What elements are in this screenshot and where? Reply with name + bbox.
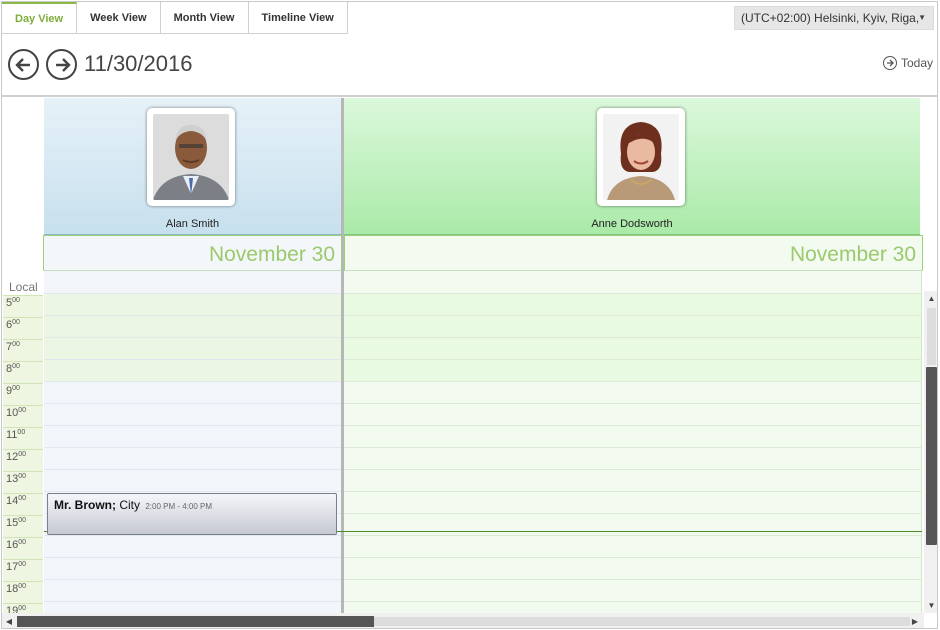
arrow-circle-right-icon xyxy=(882,56,897,70)
day-header-alan-smith: November 30 xyxy=(43,235,342,271)
appointment-location: City xyxy=(119,498,141,512)
hour-label: 1100 xyxy=(3,427,43,449)
resource-name: Anne Dodsworth xyxy=(591,218,673,230)
tab-timeline-view[interactable]: Timeline View xyxy=(248,2,348,34)
arrow-right-icon xyxy=(55,57,71,72)
avatar xyxy=(147,108,235,206)
hour-label: 500 xyxy=(3,295,43,317)
next-day-button[interactable] xyxy=(46,49,77,80)
today-button[interactable]: Today xyxy=(882,56,933,70)
slot-line xyxy=(344,447,921,448)
slot-line xyxy=(44,359,341,360)
timezone-select[interactable]: (UTC+02:00) Helsinki, Kyiv, Riga, ▼ xyxy=(734,6,934,30)
hour-label: 1400 xyxy=(3,493,43,515)
slot-line xyxy=(44,381,341,382)
slot-line xyxy=(344,425,921,426)
hour-label: 1300 xyxy=(3,471,43,493)
slot-line xyxy=(344,293,921,294)
tab-week-view[interactable]: Week View xyxy=(77,2,161,34)
vertical-scrollbar[interactable]: ▲ ▼ xyxy=(924,291,937,613)
slot-line xyxy=(344,579,921,580)
slot-line xyxy=(44,447,341,448)
scroll-left-icon[interactable]: ◀ xyxy=(2,613,16,628)
view-tabs: Day View Week View Month View Timeline V… xyxy=(2,2,348,34)
hour-label: 700 xyxy=(3,339,43,361)
hour-label: 800 xyxy=(3,361,43,383)
slot-line xyxy=(344,513,921,514)
slot-line xyxy=(44,557,341,558)
slot-line xyxy=(44,535,341,536)
slot-line xyxy=(44,403,341,404)
appointment-time: 2:00 PM - 4:00 PM xyxy=(145,502,213,511)
scrollbar-track xyxy=(927,308,936,365)
current-date: 11/30/2016 xyxy=(84,51,193,76)
slot-line xyxy=(344,469,921,470)
navigation-bar: 11/30/2016 Today xyxy=(2,34,937,97)
slot-line xyxy=(44,491,341,492)
resource-header-alan-smith: Alan Smith xyxy=(44,98,341,235)
scroll-down-icon[interactable]: ▼ xyxy=(924,598,937,613)
slot-line xyxy=(44,601,341,602)
hour-label: 600 xyxy=(3,317,43,339)
slot-line xyxy=(344,601,921,602)
hour-label: 1700 xyxy=(3,559,43,581)
scrollbar-thumb[interactable] xyxy=(17,616,374,627)
appointment-title: Mr. Brown; xyxy=(54,498,116,512)
arrow-left-icon xyxy=(14,57,30,72)
horizontal-scrollbar[interactable]: ◀ ▶ xyxy=(2,613,924,628)
person-photo xyxy=(603,114,679,200)
appointment[interactable]: Mr. Brown; City 2:00 PM - 4:00 PM xyxy=(47,493,337,535)
slot-line xyxy=(44,579,341,580)
tab-day-view[interactable]: Day View xyxy=(2,2,78,34)
scroll-right-icon[interactable]: ▶ xyxy=(908,613,922,628)
slot-line xyxy=(44,337,341,338)
previous-day-button[interactable] xyxy=(8,49,39,80)
hour-label: 1500 xyxy=(3,515,43,537)
today-label: Today xyxy=(900,56,933,70)
slot-line xyxy=(44,425,341,426)
hour-label: 1000 xyxy=(3,405,43,427)
hour-label: 1200 xyxy=(3,449,43,471)
scheduler: Day View Week View Month View Timeline V… xyxy=(1,1,938,629)
slot-line xyxy=(344,381,921,382)
local-timezone-label: Local xyxy=(9,280,38,294)
person-photo xyxy=(153,114,229,200)
hour-label: 900 xyxy=(3,383,43,405)
slot-line xyxy=(344,315,921,316)
tab-month-view[interactable]: Month View xyxy=(160,2,249,34)
dropdown-arrow-icon: ▼ xyxy=(918,13,926,22)
slot-line xyxy=(44,469,341,470)
slot-line xyxy=(44,293,341,294)
slot-line xyxy=(344,403,921,404)
slot-line xyxy=(344,557,921,558)
slot-line xyxy=(344,535,921,536)
time-scale: Local 500 600 700 800 900 1000 1100 1200 1300 140… xyxy=(2,271,43,625)
hour-label: 1600 xyxy=(3,537,43,559)
resource-header-anne-dodsworth: Anne Dodsworth xyxy=(344,98,920,235)
slot-line xyxy=(344,359,921,360)
scrollbar-thumb[interactable] xyxy=(926,367,937,545)
scrollbar-track xyxy=(374,617,910,626)
slot-line xyxy=(344,491,921,492)
scroll-up-icon[interactable]: ▲ xyxy=(924,291,937,306)
avatar xyxy=(597,108,685,206)
slot-line xyxy=(344,337,921,338)
hour-label: 1800 xyxy=(3,581,43,603)
day-column-alan-smith[interactable] xyxy=(44,271,341,613)
day-header-anne-dodsworth: November 30 xyxy=(344,235,923,271)
day-column-anne-dodsworth[interactable] xyxy=(344,271,922,613)
resource-name: Alan Smith xyxy=(165,218,220,230)
slot-line xyxy=(44,315,341,316)
timezone-value: (UTC+02:00) Helsinki, Kyiv, Riga, xyxy=(741,11,920,25)
